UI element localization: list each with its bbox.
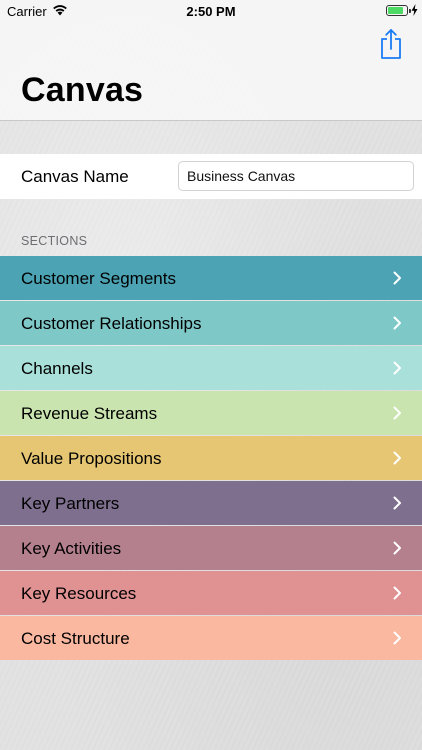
canvas-name-field[interactable] <box>178 161 414 191</box>
section-row[interactable]: Customer Segments <box>0 256 422 300</box>
section-label: Value Propositions <box>21 449 162 468</box>
section-row[interactable]: Value Propositions <box>0 436 422 480</box>
section-row[interactable]: Key Partners <box>0 481 422 525</box>
section-label: Key Activities <box>21 539 122 558</box>
clock: 2:50 PM <box>186 4 236 19</box>
chevron-right-icon <box>393 631 401 645</box>
chevron-right-icon <box>393 406 401 420</box>
page-title: Canvas <box>21 71 144 109</box>
section-label: Key Partners <box>21 494 120 513</box>
share-button[interactable] <box>378 28 404 60</box>
section-row[interactable]: Customer Relationships <box>0 301 422 345</box>
section-row[interactable]: Cost Structure <box>0 616 422 660</box>
chevron-right-icon <box>393 316 401 330</box>
battery-icon <box>386 5 411 16</box>
section-row[interactable]: Revenue Streams <box>0 391 422 435</box>
navigation-bar: Carrier 2:50 PM Canvas <box>0 0 422 121</box>
section-row[interactable]: Key Resources <box>0 571 422 615</box>
sections-header: SECTIONS <box>21 234 88 248</box>
section-row[interactable]: Key Activities <box>0 526 422 570</box>
section-label: Cost Structure <box>21 629 130 648</box>
section-label: Revenue Streams <box>21 404 158 423</box>
battery-level <box>388 7 404 14</box>
chevron-right-icon <box>393 361 401 375</box>
chevron-right-icon <box>393 271 401 285</box>
chevron-right-icon <box>393 586 401 600</box>
chevron-right-icon <box>393 541 401 555</box>
section-label: Customer Relationships <box>21 314 202 333</box>
canvas-name-row: Canvas Name <box>0 154 422 199</box>
canvas-name-label: Canvas Name <box>21 167 129 186</box>
section-label: Customer Segments <box>21 269 176 288</box>
section-label: Key Resources <box>21 584 137 603</box>
sections-list: Customer Segments Customer Relationships C… <box>0 256 422 661</box>
section-row[interactable]: Channels <box>0 346 422 390</box>
chevron-right-icon <box>393 496 401 510</box>
chevron-right-icon <box>393 451 401 465</box>
charging-bolt-icon <box>411 4 418 16</box>
section-label: Channels <box>21 359 93 378</box>
status-bar: Carrier 2:50 PM <box>0 0 422 22</box>
share-icon <box>381 29 401 59</box>
